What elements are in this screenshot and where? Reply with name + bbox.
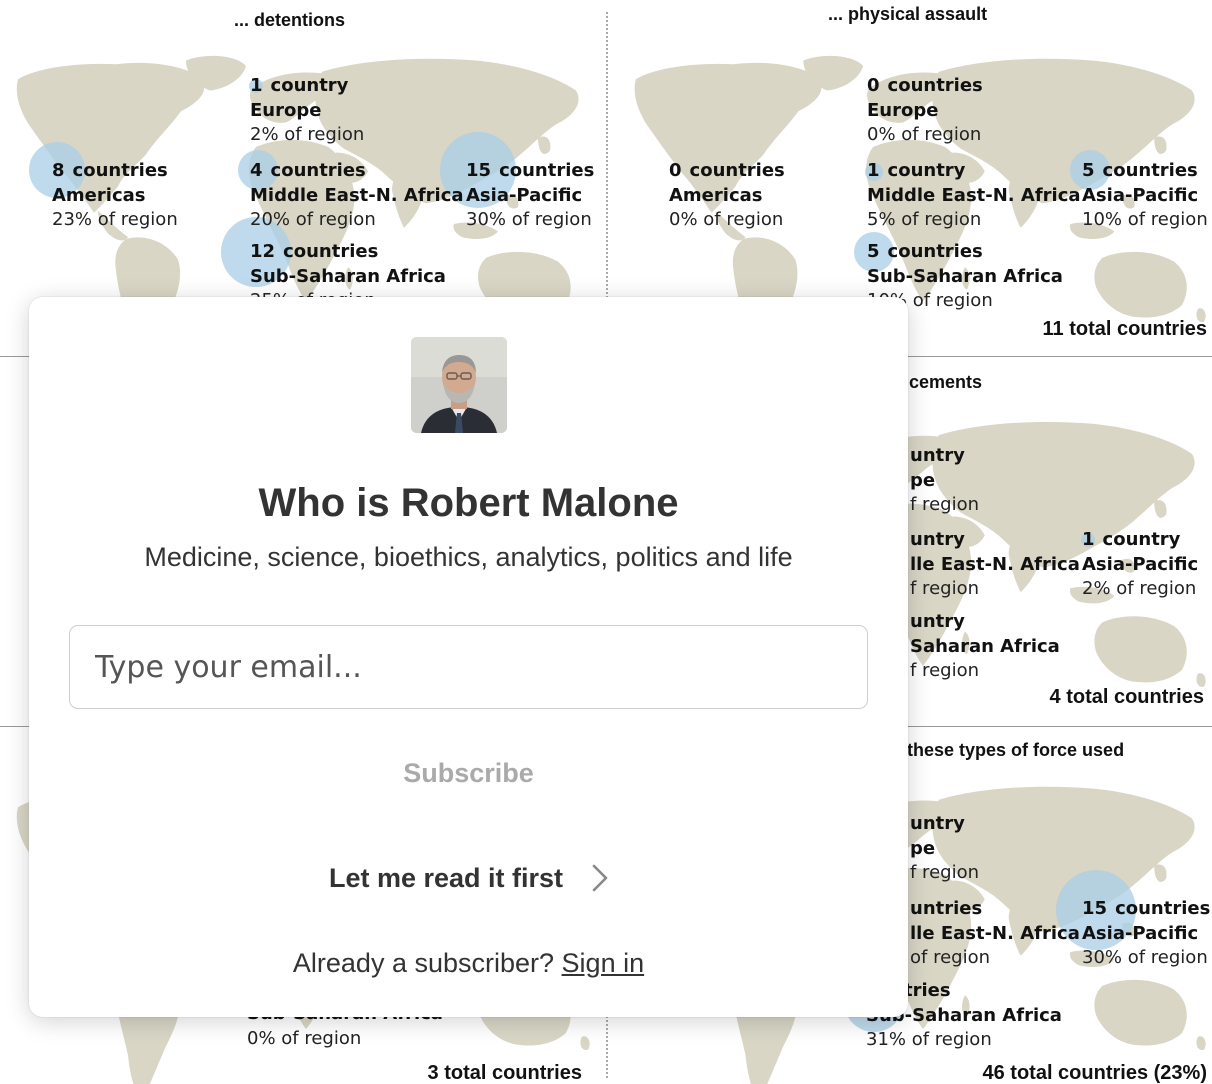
already-subscriber: Already a subscriber? Sign in bbox=[29, 948, 908, 979]
chevron-right-icon bbox=[591, 864, 609, 892]
stat-asia-pacific: 15 countries Asia-Pacific 30% of region bbox=[1082, 898, 1211, 968]
publication-subtitle: Medicine, science, bioethics, analytics,… bbox=[144, 542, 793, 572]
total-countries: 46 total countries (23%) bbox=[982, 1062, 1207, 1084]
email-input[interactable] bbox=[69, 625, 868, 709]
total-countries: 3 total countries bbox=[427, 1062, 582, 1084]
total-countries: 4 total countries bbox=[1049, 686, 1204, 708]
total-countries: 11 total countries bbox=[1042, 318, 1208, 340]
read-first-button[interactable]: Let me read it first bbox=[299, 854, 639, 902]
stat-asia-pacific: 5 countries Asia-Pacific 10% of region bbox=[1082, 160, 1208, 230]
stat-mena: 1 country Middle East-N. Africa 5% of reg… bbox=[867, 160, 1081, 230]
stat-mena: untry lle East-N. Africa f region bbox=[910, 529, 1080, 599]
stat-mena: 4 countries Middle East-N. Africa 20% of … bbox=[250, 160, 464, 230]
stat-europe: untry pe f region bbox=[910, 445, 979, 515]
stat-asia-pacific: 1 country Asia-Pacific 2% of region bbox=[1082, 529, 1199, 599]
stat-mena: untries lle East-N. Africa of region bbox=[910, 898, 1080, 968]
stat-asia-pacific: 15 countries Asia-Pacific 30% of region bbox=[466, 160, 595, 230]
read-first-label: Let me read it first bbox=[328, 862, 564, 893]
panel-title: ... detentions bbox=[234, 10, 346, 30]
already-subscriber-text: Already a subscriber? bbox=[292, 948, 555, 978]
subscribe-button[interactable]: Subscribe bbox=[329, 747, 608, 799]
stat-europe: 1 country Europe 2% of region bbox=[250, 75, 365, 145]
sign-in-link[interactable]: Sign in bbox=[562, 948, 645, 978]
panel-title: these types of force used bbox=[907, 740, 1125, 760]
subscribe-modal: Who is Robert Malone Medicine, science, … bbox=[29, 297, 908, 1017]
author-avatar bbox=[411, 337, 507, 433]
publication-title: Who is Robert Malone bbox=[258, 481, 679, 525]
stat-europe: 0 countries Europe 0% of region bbox=[867, 75, 983, 145]
stat-ssa: untry Saharan Africa f region bbox=[910, 611, 1060, 681]
stat-americas: 8 countries Americas 23% of region bbox=[52, 160, 178, 230]
stat-americas: 0 countries Americas 0% of region bbox=[669, 160, 785, 230]
stat-europe: untry pe f region bbox=[910, 813, 979, 883]
panel-title: ... physical assault bbox=[828, 4, 988, 24]
panel-title: cements bbox=[909, 372, 983, 392]
